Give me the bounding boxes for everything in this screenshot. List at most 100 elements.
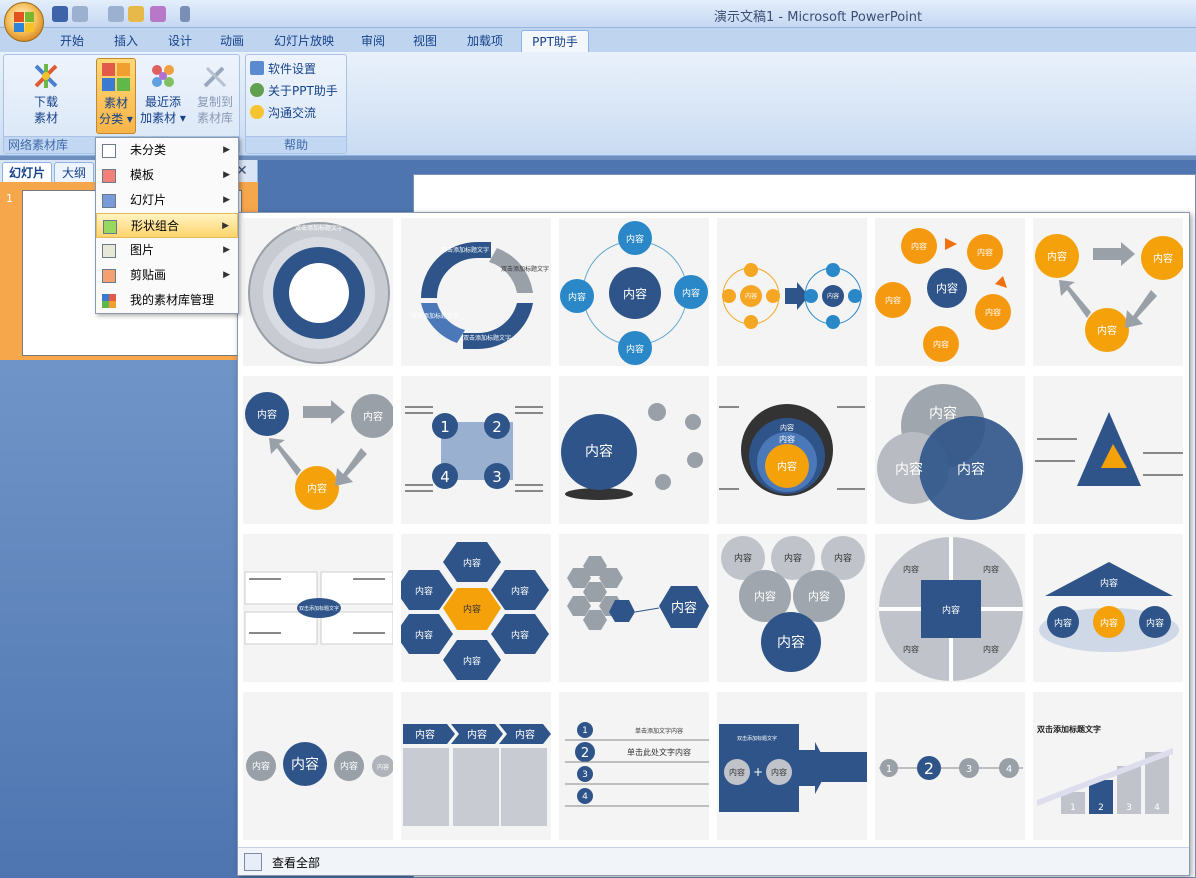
- shape-text: 内容: [957, 461, 985, 478]
- menu-item-template[interactable]: 模板 ▶: [96, 163, 238, 188]
- submenu-arrow-icon: ▶: [222, 221, 229, 231]
- group-help-label: 帮助: [246, 136, 346, 153]
- gallery-item[interactable]: 内容 内容 内容 内容: [242, 691, 394, 841]
- gallery-item[interactable]: [1032, 375, 1184, 525]
- gallery-item[interactable]: 1 2 3 4: [874, 691, 1026, 841]
- tab-insert[interactable]: 插入: [104, 30, 148, 52]
- shape-text: 2: [924, 759, 934, 778]
- shape-text: 内容: [463, 603, 481, 615]
- menu-item-shapes[interactable]: 形状组合 ▶: [96, 213, 238, 238]
- shape-text: 内容: [977, 247, 993, 257]
- gallery-item[interactable]: 双击添加标题文字: [242, 533, 394, 683]
- shape-text: 内容: [834, 552, 852, 564]
- shape-text: 内容: [1047, 250, 1067, 263]
- menu-item-uncategorized[interactable]: 未分类 ▶: [96, 138, 238, 163]
- pyramid-diagram: [1035, 412, 1183, 486]
- gallery-item[interactable]: 内容 内容 内容: [400, 691, 552, 841]
- tab-design[interactable]: 设计: [158, 30, 202, 52]
- tab-view[interactable]: 视图: [404, 30, 446, 52]
- shape-text: 内容: [933, 339, 949, 349]
- ring-diagram: 双击添加标题文字: [248, 222, 390, 364]
- office-button[interactable]: [4, 2, 44, 42]
- settings-icon: [250, 61, 264, 75]
- shape-text: 内容: [257, 408, 277, 421]
- shape-text: 内容: [911, 241, 927, 251]
- customize-qat-icon[interactable]: [180, 6, 190, 22]
- gallery-item[interactable]: 双击添加标题文字 1 2 3 4: [1032, 691, 1184, 841]
- swatch-icon: [102, 269, 116, 283]
- settings-button[interactable]: 软件设置: [250, 59, 316, 79]
- sphere-row-diagram: 内容 内容 内容 内容: [246, 742, 393, 786]
- shape-text: 1: [886, 764, 892, 775]
- open-icon[interactable]: [128, 6, 144, 22]
- shape-text: 内容: [415, 629, 433, 641]
- shape-text: 内容: [623, 286, 647, 301]
- shape-text: 3: [492, 468, 502, 486]
- gallery-item[interactable]: 内容: [558, 533, 710, 683]
- ribbon-tabs: 开始 插入 设计 动画 幻灯片放映 审阅 视图 加载项 PPT助手: [0, 28, 1196, 52]
- shape-text: 内容: [929, 405, 957, 422]
- undo-icon[interactable]: [72, 6, 88, 22]
- tab-animation[interactable]: 动画: [210, 30, 254, 52]
- gallery-item[interactable]: 内容 内容 内容 内容 内容 内容 内容: [400, 533, 552, 683]
- copy-to-library-button[interactable]: 复制到 素材库: [192, 58, 238, 134]
- shape-text: 双击添加标题文字: [411, 312, 459, 320]
- gallery-item[interactable]: 内容 内容 内容 内容 内容: [874, 533, 1026, 683]
- gallery-item[interactable]: 内容 内容 内容 内容: [1032, 533, 1184, 683]
- menu-item-clipart[interactable]: 剪贴画 ▶: [96, 263, 238, 288]
- shape-text: 内容: [936, 281, 958, 295]
- tab-slideshow[interactable]: 幻灯片放映: [262, 30, 346, 52]
- download-icon: [34, 64, 58, 88]
- tab-addins[interactable]: 加载项: [456, 30, 514, 52]
- tab-home[interactable]: 开始: [50, 30, 94, 52]
- shape-text: 内容: [827, 292, 839, 300]
- redo-icon[interactable]: [108, 6, 124, 22]
- gallery-footer[interactable]: 查看全部: [238, 847, 1189, 875]
- gallery-item[interactable]: 1 2 4 3: [400, 375, 552, 525]
- shape-text: 内容: [626, 233, 644, 245]
- recent-icon: [152, 65, 174, 87]
- gallery-item[interactable]: 双击添加标题文字 双击添加标题文字 双击添加标题文字 双击添加标题文字: [400, 217, 552, 367]
- two-cycles-diagram: 内容 内容: [722, 263, 862, 329]
- shape-text: 内容: [942, 604, 960, 616]
- group-help: 软件设置 关于PPT助手 沟通交流 帮助: [245, 54, 347, 154]
- gallery-item[interactable]: 1 2 3 4 单击添加文字内容 单击此处文字内容: [558, 691, 710, 841]
- swatch-icon: [102, 144, 116, 158]
- shape-text: 4: [1006, 764, 1012, 775]
- recent-button[interactable]: 最近添 加素材 ▾: [138, 58, 188, 134]
- gallery-item[interactable]: 双击添加标题文字: [242, 217, 394, 367]
- menu-item-slides[interactable]: 幻灯片 ▶: [96, 188, 238, 213]
- gallery-item[interactable]: 内容 内容 内容: [1032, 217, 1184, 367]
- copy-tools-icon: [203, 66, 227, 88]
- swatch-icon: [102, 194, 116, 208]
- four-quadrant-cards-diagram: 双击添加标题文字: [244, 571, 393, 645]
- gallery-item[interactable]: + 内容 内容 双击添加标题文字: [716, 691, 868, 841]
- tab-outline[interactable]: 大纲: [54, 162, 94, 182]
- tab-ppt-helper[interactable]: PPT助手: [521, 30, 589, 52]
- tab-review[interactable]: 审阅: [352, 30, 394, 52]
- category-button[interactable]: 素材 分类 ▾: [96, 58, 136, 134]
- menu-item-manage[interactable]: 我的素材库管理: [96, 288, 238, 313]
- window-title: 演示文稿1 - Microsoft PowerPoint: [714, 10, 923, 25]
- gallery-item[interactable]: 内容 内容 内容: [716, 375, 868, 525]
- venn-diagram: 内容内容 内容: [877, 384, 1023, 520]
- download-button[interactable]: 下载 素材: [10, 58, 82, 134]
- gallery-item[interactable]: 内容 内容 内容: [242, 375, 394, 525]
- gallery-item[interactable]: 内容 内容 内容 内容 内容 内容: [716, 533, 868, 683]
- shape-text: 1: [582, 726, 588, 736]
- save-icon[interactable]: [52, 6, 68, 22]
- gallery-item[interactable]: 内容 内容 内容 内容 内容: [558, 217, 710, 367]
- shape-text: 内容: [1153, 252, 1173, 265]
- gallery-item[interactable]: 内容: [558, 375, 710, 525]
- shape-text: 2: [581, 746, 589, 761]
- gallery-item[interactable]: 内容 内容 内容: [874, 375, 1026, 525]
- gallery-item[interactable]: 内容 内容: [716, 217, 868, 367]
- shape-text: 内容: [585, 443, 613, 460]
- tab-slides[interactable]: 幻灯片: [2, 162, 52, 182]
- gallery-item[interactable]: 内容 内容 内容 内容 内容 内容: [874, 217, 1026, 367]
- about-button[interactable]: 关于PPT助手: [250, 81, 338, 101]
- ppt-helper-icon[interactable]: [150, 6, 166, 22]
- swatch-icon: [103, 220, 117, 234]
- contact-button[interactable]: 沟通交流: [250, 103, 316, 123]
- menu-item-pictures[interactable]: 图片 ▶: [96, 238, 238, 263]
